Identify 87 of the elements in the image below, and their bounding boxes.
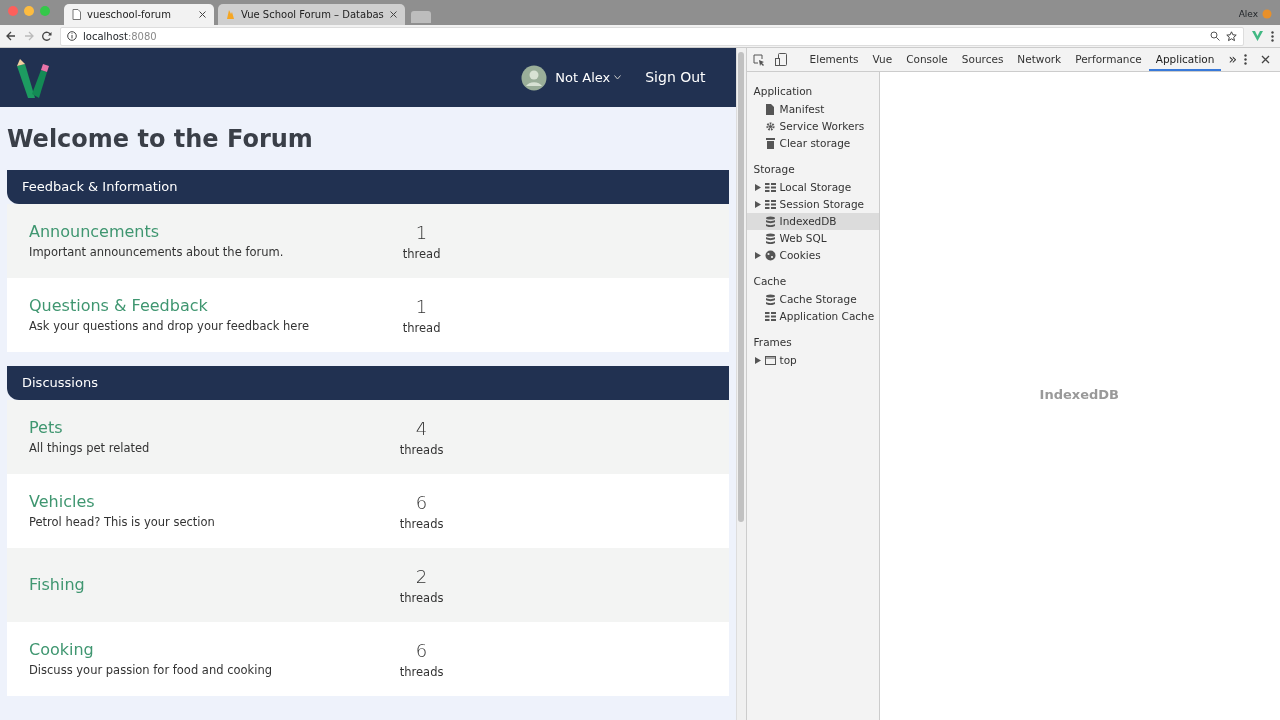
sidebar-section-title: Frames — [752, 335, 793, 350]
reload-icon[interactable] — [42, 31, 52, 41]
star-icon[interactable] — [1226, 30, 1237, 42]
database-icon — [764, 216, 776, 227]
expand-arrow-icon[interactable] — [754, 201, 761, 208]
pencil-logo-icon[interactable] — [14, 57, 50, 98]
forum-title-link[interactable]: Vehicles — [29, 490, 215, 515]
database-icon — [764, 294, 776, 305]
devtools-tab[interactable]: Console — [899, 48, 955, 71]
info-icon — [67, 31, 77, 41]
sidebar-item[interactable]: Cache Storage — [746, 291, 879, 308]
thread-count: 2 — [414, 564, 429, 589]
close-icon[interactable] — [1261, 55, 1270, 64]
browser-tab[interactable]: vueschool-forum — [64, 4, 214, 25]
forum-description: Ask your questions and drop your feedback here — [29, 318, 309, 336]
page-icon — [72, 9, 81, 20]
thread-count-label: threads — [398, 589, 445, 607]
sidebar-item[interactable]: Clear storage — [746, 135, 879, 152]
category-header: Feedback & Information — [7, 169, 729, 204]
forum-description: Discuss your passion for food and cooking — [29, 662, 272, 680]
url-text: localhost:8080 — [83, 29, 157, 44]
cookie-icon — [764, 250, 776, 261]
sidebar-item[interactable]: IndexedDB — [746, 213, 879, 230]
trash-icon — [764, 138, 776, 149]
devtools-tab[interactable]: Network — [1010, 48, 1069, 71]
thread-count: 4 — [414, 416, 429, 441]
expand-arrow-icon[interactable] — [754, 184, 761, 191]
grid-icon — [764, 182, 776, 193]
sidebar-item[interactable]: Application Cache — [746, 308, 879, 325]
device-icon[interactable] — [774, 53, 787, 66]
devtools-tab[interactable]: Vue — [865, 48, 900, 71]
sidebar-section-title: Application — [752, 84, 814, 99]
frame-icon — [764, 355, 776, 366]
panel-title: IndexedDB — [1039, 386, 1120, 404]
sign-out-link[interactable]: Sign Out — [645, 67, 706, 88]
sidebar-section-title: Cache — [752, 274, 788, 289]
back-icon[interactable] — [6, 31, 16, 41]
thread-count-label: thread — [401, 245, 442, 263]
sidebar-section-title: Storage — [752, 162, 796, 177]
inspect-icon[interactable] — [752, 53, 765, 66]
forum-description: All things pet related — [29, 440, 150, 458]
thread-count-label: threads — [398, 663, 445, 681]
page-heading: Welcome to the Forum — [7, 125, 314, 154]
kebab-menu-icon[interactable] — [1271, 30, 1274, 42]
caret-icon — [614, 75, 622, 80]
devtools-tab[interactable]: Elements — [802, 48, 866, 71]
sidebar-item[interactable]: Manifest — [746, 101, 879, 118]
zoom-icon[interactable] — [1210, 31, 1220, 41]
user-menu[interactable]: Not Alex — [555, 67, 622, 88]
thread-count: 1 — [414, 294, 429, 319]
gear-icon — [764, 121, 776, 132]
browser-tab[interactable]: Vue School Forum – Databas — [218, 4, 405, 25]
forum-description: Petrol head? This is your section — [29, 514, 215, 532]
document-icon — [764, 104, 776, 115]
more-tabs-button[interactable]: » — [1221, 48, 1244, 71]
kebab-menu-icon[interactable] — [1244, 54, 1247, 65]
thread-count-label: threads — [398, 441, 445, 459]
expand-arrow-icon[interactable] — [754, 357, 761, 364]
sidebar-item[interactable]: top — [746, 352, 879, 369]
address-field[interactable]: localhost:8080 — [60, 26, 1244, 46]
category-header: Discussions — [7, 365, 729, 400]
thread-count: 6 — [414, 490, 429, 515]
close-icon[interactable] — [389, 11, 397, 18]
devtools-tab[interactable]: Performance — [1068, 48, 1149, 71]
forum-description: Important announcements about the forum. — [29, 244, 284, 262]
sidebar-item[interactable]: Local Storage — [746, 179, 879, 196]
sidebar-item[interactable]: Cookies — [746, 247, 879, 264]
grid-icon — [764, 199, 776, 210]
thread-count-label: threads — [398, 515, 445, 533]
database-icon — [764, 233, 776, 244]
sidebar-item[interactable]: Web SQL — [746, 230, 879, 247]
expand-arrow-icon[interactable] — [754, 252, 761, 259]
flame-icon — [226, 9, 235, 20]
devtools-tab[interactable]: Sources — [954, 48, 1011, 71]
sidebar-item[interactable]: Session Storage — [746, 196, 879, 213]
avatar-icon[interactable] — [521, 64, 548, 91]
sidebar-item[interactable]: Service Workers — [746, 118, 879, 135]
thread-count-label: thread — [401, 319, 442, 337]
grid-icon — [764, 311, 776, 322]
forum-title-link[interactable]: Cooking — [29, 638, 272, 663]
thread-count: 1 — [414, 220, 429, 245]
thread-count: 6 — [414, 638, 429, 663]
forum-title-link[interactable]: Questions & Feedback — [29, 294, 309, 319]
avatar-icon — [1262, 9, 1272, 20]
scrollbar-thumb[interactable] — [738, 52, 745, 522]
close-icon[interactable] — [199, 11, 206, 18]
profile-name[interactable]: Alex — [1238, 7, 1258, 21]
